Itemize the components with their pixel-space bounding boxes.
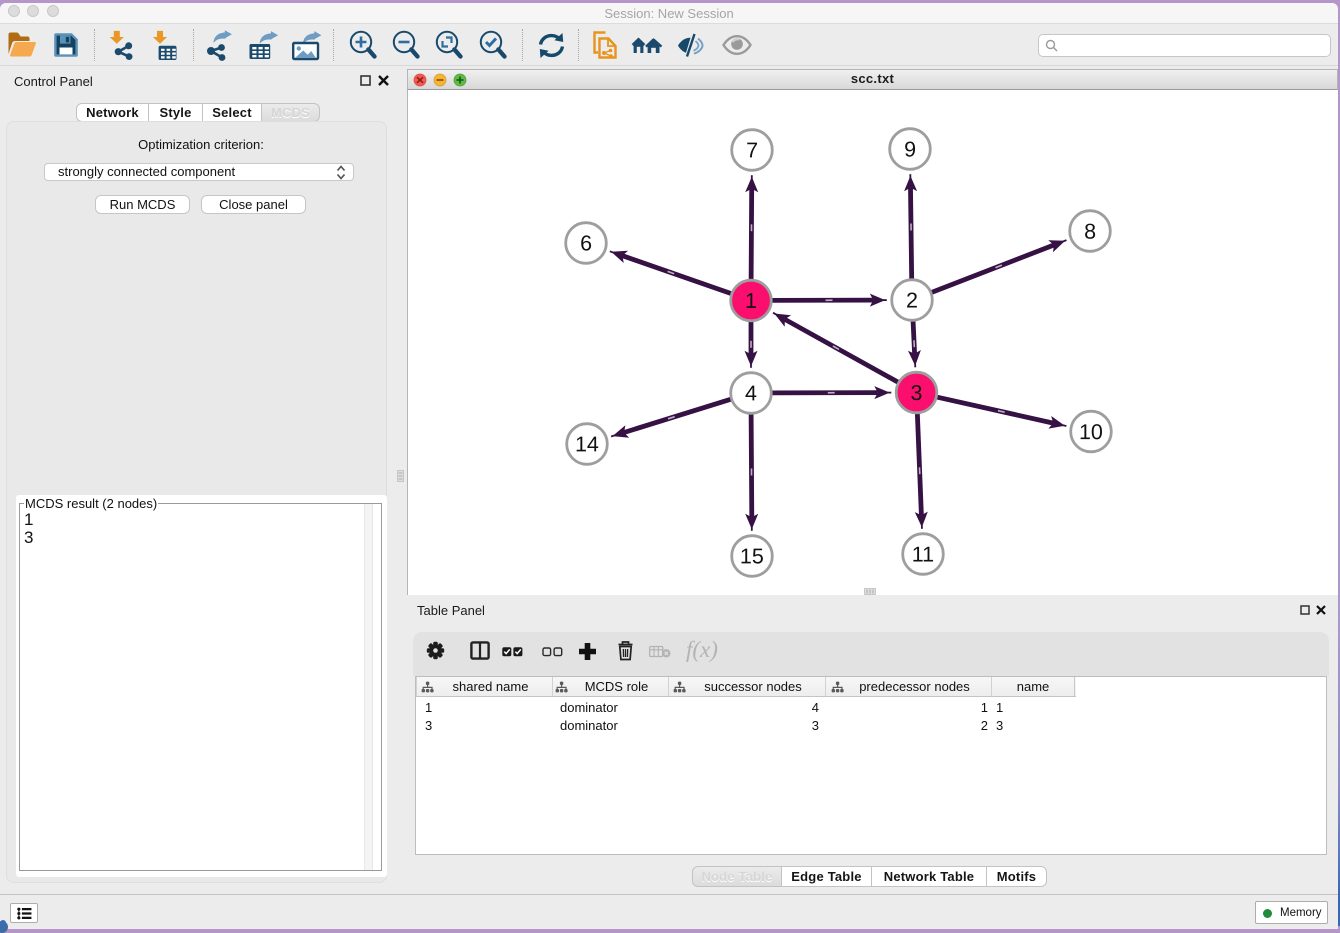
svg-text:4: 4 — [745, 381, 757, 405]
svg-text:15: 15 — [740, 544, 764, 568]
svg-text:14: 14 — [575, 432, 599, 456]
svg-text:8: 8 — [1084, 220, 1096, 244]
svg-text:7: 7 — [746, 138, 758, 162]
svg-text:11: 11 — [912, 543, 934, 567]
svg-text:1: 1 — [745, 289, 757, 313]
svg-text:9: 9 — [904, 138, 916, 162]
svg-text:10: 10 — [1079, 420, 1103, 444]
svg-text:3: 3 — [910, 381, 922, 405]
svg-text:2: 2 — [906, 289, 918, 313]
svg-text:6: 6 — [580, 231, 592, 255]
